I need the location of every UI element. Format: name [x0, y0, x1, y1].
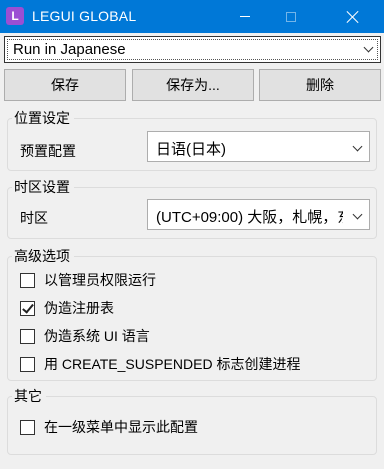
fake-registry-label: 伪造注册表	[44, 300, 114, 316]
maximize-icon	[286, 11, 296, 22]
run-as-admin-label: 以管理员权限运行	[44, 272, 156, 288]
save-button[interactable]: 保存	[4, 69, 126, 101]
other-group-title: 其它	[12, 386, 46, 406]
minimize-icon	[240, 16, 250, 17]
advanced-group-title: 高级选项	[12, 246, 74, 266]
fake-ui-language-checkbox[interactable]	[20, 328, 35, 344]
fake-ui-language-option[interactable]: 伪造系统 UI 语言	[20, 326, 150, 346]
timezone-select[interactable]: (UTC+09:00) 大阪，札幌，东京	[147, 199, 370, 230]
app-logo-icon: L	[6, 7, 24, 25]
timezone-select-value: (UTC+09:00) 大阪，札幌，东京	[156, 209, 343, 226]
timezone-group-title: 时区设置	[12, 177, 74, 197]
show-in-menu-label: 在一级菜单中显示此配置	[44, 419, 198, 435]
maximize-button[interactable]	[268, 0, 314, 33]
preset-select[interactable]: 日语(日本)	[147, 131, 370, 162]
profile-select-value: Run in Japanese	[13, 41, 126, 58]
show-in-menu-checkbox[interactable]	[20, 419, 35, 435]
run-as-admin-option[interactable]: 以管理员权限运行	[20, 270, 156, 290]
save-as-button[interactable]: 保存为...	[132, 69, 254, 101]
close-icon	[347, 11, 359, 23]
title-bar: L LEGUI GLOBAL	[0, 0, 384, 33]
create-suspended-label: 用 CREATE_SUSPENDED 标志创建进程	[44, 356, 301, 372]
fake-ui-language-label: 伪造系统 UI 语言	[44, 328, 150, 344]
chevron-down-icon	[352, 141, 363, 152]
timezone-label: 时区	[20, 210, 48, 226]
fake-registry-option[interactable]: 伪造注册表	[20, 298, 114, 318]
create-suspended-checkbox[interactable]	[20, 356, 35, 372]
fake-registry-checkbox[interactable]	[20, 300, 35, 316]
show-in-menu-option[interactable]: 在一级菜单中显示此配置	[20, 417, 198, 437]
close-button[interactable]	[330, 0, 376, 33]
preset-select-value: 日语(日本)	[156, 141, 226, 158]
delete-button[interactable]: 删除	[259, 69, 381, 101]
chevron-down-icon	[352, 209, 363, 220]
profile-select[interactable]: Run in Japanese	[4, 36, 381, 63]
minimize-button[interactable]	[222, 0, 268, 33]
create-suspended-option[interactable]: 用 CREATE_SUSPENDED 标志创建进程	[20, 354, 300, 374]
run-as-admin-checkbox[interactable]	[20, 272, 35, 288]
locale-group-title: 位置设定	[12, 108, 74, 128]
window-title: LEGUI GLOBAL	[32, 8, 137, 24]
preset-label: 预置配置	[20, 143, 76, 159]
